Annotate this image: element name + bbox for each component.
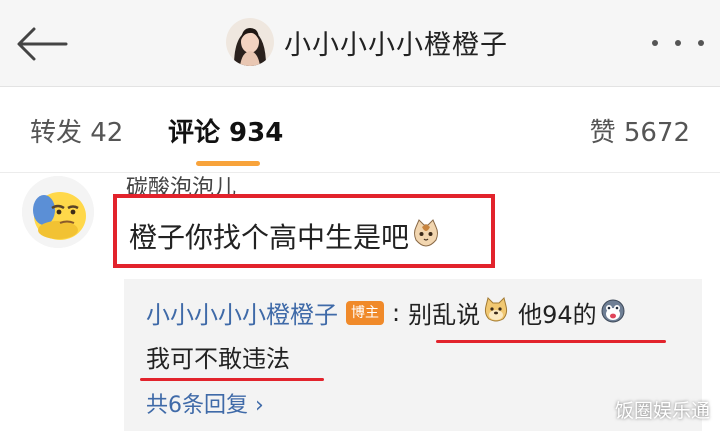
view-all-replies-link[interactable]: 共6条回复 › [146,387,264,419]
more-options-button[interactable] [652,30,704,56]
active-tab-indicator [196,161,260,166]
reply-author[interactable]: 小小小小小橙橙子 [146,295,338,330]
reply-text-part1: 别乱说 [408,301,481,329]
yellow-blob-avatar-icon [22,176,94,248]
comment-text: 橙子你找个高中生是吧 [129,221,410,254]
tab-reposts[interactable]: 转发 42 [30,112,123,149]
reply-text-part2: 他94的 [518,301,597,329]
commenter-avatar[interactable] [22,176,94,248]
top-bar: 小小小小小橙橙子 [0,0,720,86]
red-underline-mark [140,378,324,381]
more-dots-icon [698,40,704,46]
more-dots-icon [652,40,658,46]
reply-second-line: 我可不敢违法 [146,345,290,373]
tab-likes[interactable]: 赞 5672 [590,112,690,149]
avatar[interactable] [226,18,274,66]
tab-comments[interactable]: 评论 934 [168,112,283,149]
cat-face-emoji-icon [411,218,441,255]
reply-first-line: 小小小小小橙橙子 博主 : 别乱说 他94的 [146,295,627,330]
back-arrow-icon [17,27,68,61]
back-button[interactable] [14,22,70,66]
header-divider [0,86,720,87]
husky-emoji-icon [599,296,627,330]
reply-separator: : [392,298,401,327]
red-underline-mark [436,340,666,343]
author-badge: 博主 [346,300,384,325]
watermark: 饭圈娱乐通 [614,400,710,422]
page-title: 小小小小小橙橙子 [284,29,508,61]
doge-emoji-icon [482,296,510,330]
comment-body: 橙子你找个高中生是吧 [129,216,441,256]
more-dots-icon [675,40,681,46]
highlighted-comment-box: 橙子你找个高中生是吧 [113,194,495,268]
title-area: 小小小小小橙橙子 [226,14,508,70]
avatar-image [226,18,274,66]
tabs-divider [0,172,720,173]
